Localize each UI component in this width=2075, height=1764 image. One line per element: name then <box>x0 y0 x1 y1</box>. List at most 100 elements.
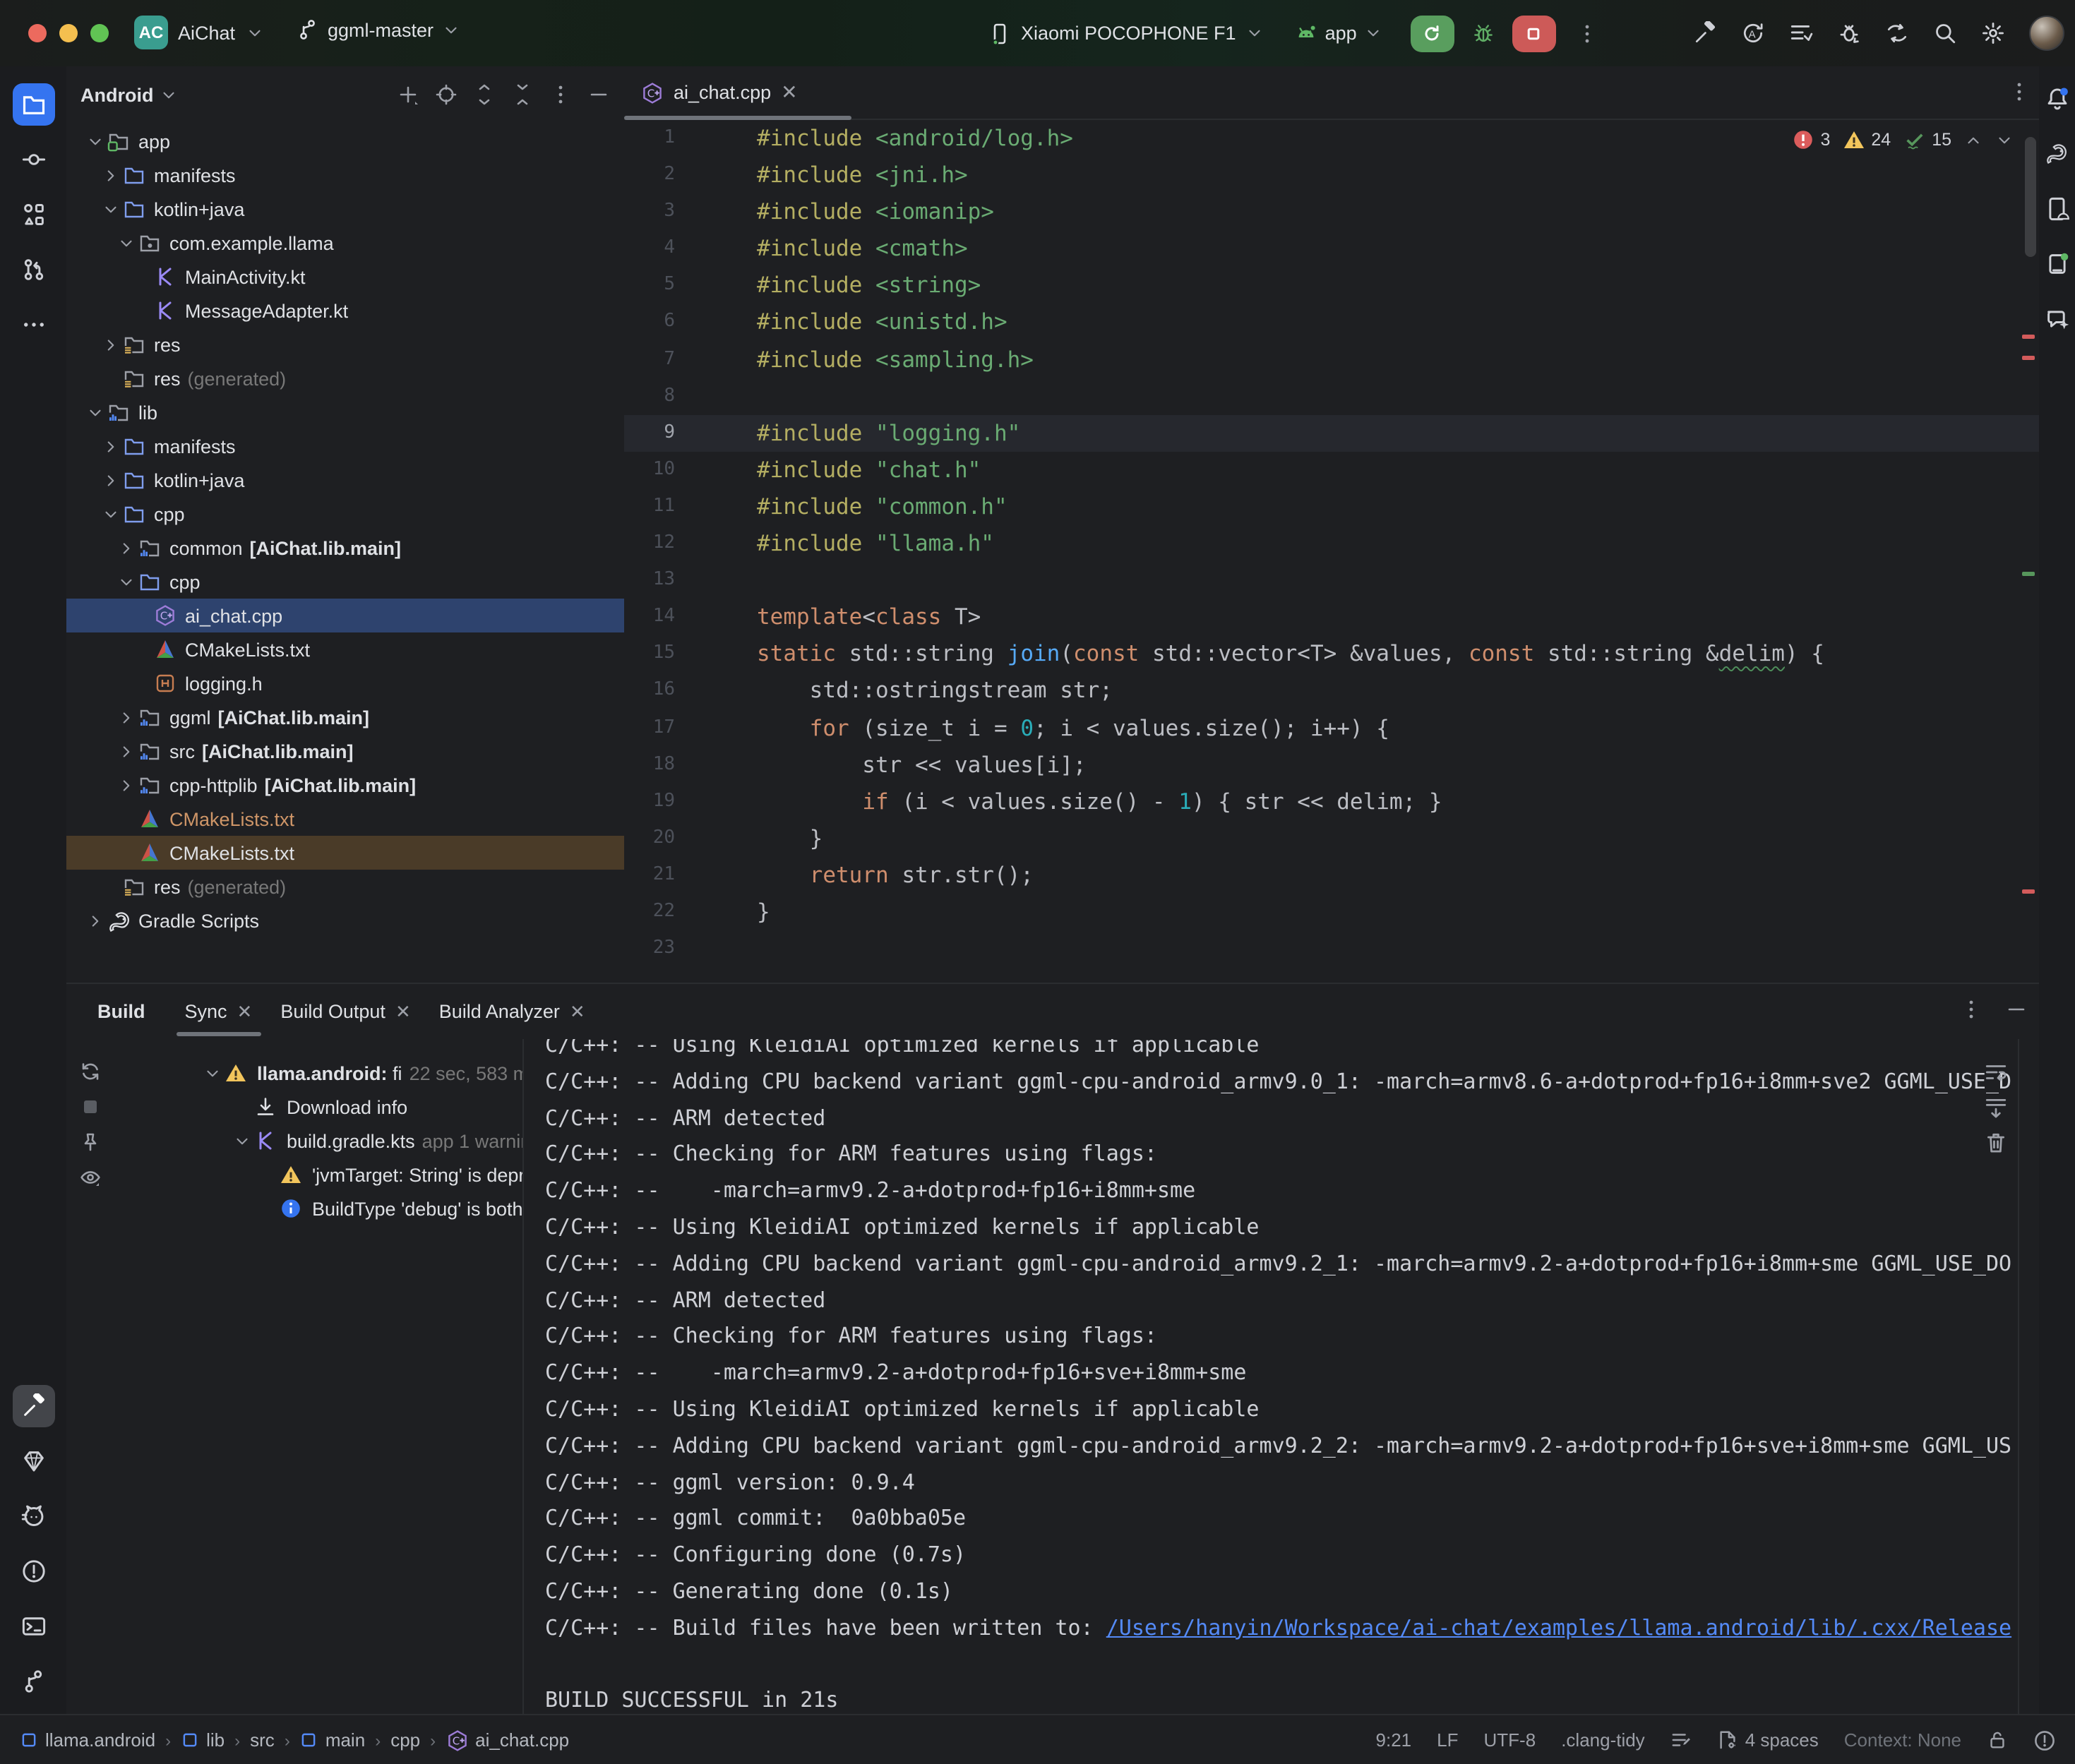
build-options-icon[interactable] <box>1960 998 1983 1021</box>
tree-item-manifests[interactable]: manifests <box>66 158 624 192</box>
close-window-button[interactable] <box>28 24 47 42</box>
encoding[interactable]: UTF-8 <box>1484 1729 1536 1751</box>
chevron-right-icon[interactable] <box>82 911 107 930</box>
lock-icon[interactable] <box>1987 1729 2008 1751</box>
user-avatar[interactable] <box>2029 16 2064 51</box>
stop-button[interactable] <box>1512 15 1556 52</box>
build-tree-item[interactable]: llama.android: fi22 sec, 583 ms <box>66 1056 522 1090</box>
build-tab-sync[interactable]: Sync✕ <box>171 984 267 1039</box>
notifications-status-icon[interactable] <box>2033 1729 2056 1751</box>
profiler-icon[interactable] <box>1837 21 1861 45</box>
soft-wrap-icon[interactable] <box>1984 1060 2008 1084</box>
tree-item-src[interactable]: src[AiChat.lib.main] <box>66 734 624 768</box>
scroll-to-end-icon[interactable] <box>1984 1096 2008 1120</box>
tree-item-com-example-llama[interactable]: com.example.llama <box>66 226 624 260</box>
close-tab-icon[interactable]: ✕ <box>570 1000 585 1023</box>
chevron-down-icon[interactable] <box>97 200 123 218</box>
build-tree-item[interactable]: 'jvmTarget: String' is deprec <box>66 1158 522 1192</box>
code-line-13[interactable]: 13 <box>624 562 2039 599</box>
more-run-actions-button[interactable] <box>1576 22 1598 44</box>
code-line-12[interactable]: 12#include "llama.h" <box>624 525 2039 562</box>
tree-item-ggml[interactable]: ggml[AiChat.lib.main] <box>66 700 624 734</box>
collapse-all-icon[interactable] <box>511 83 534 106</box>
chevron-right-icon[interactable] <box>113 742 138 760</box>
build-tree-item[interactable]: Download info <box>66 1090 522 1124</box>
notifications-icon[interactable] <box>2042 83 2073 114</box>
maximize-window-button[interactable] <box>90 24 109 42</box>
tab-ai-chat-cpp[interactable]: C ai_chat.cpp ✕ <box>624 66 815 119</box>
code-line-7[interactable]: 7#include <sampling.h> <box>624 341 2039 378</box>
code-line-14[interactable]: 14template<class T> <box>624 599 2039 635</box>
gemini-icon[interactable] <box>2042 304 2073 335</box>
code-line-6[interactable]: 6#include <unistd.h> <box>624 304 2039 341</box>
line-ending[interactable]: LF <box>1437 1729 1458 1751</box>
more-icon[interactable] <box>12 304 54 346</box>
breadcrumb-item-src[interactable]: src <box>250 1729 275 1751</box>
device-manager-icon[interactable] <box>2042 193 2073 224</box>
close-tab-icon[interactable]: ✕ <box>395 1000 411 1023</box>
close-tab-icon[interactable]: ✕ <box>781 80 797 104</box>
chevron-right-icon[interactable] <box>97 335 123 354</box>
tree-item-gradle-scripts[interactable]: Gradle Scripts <box>66 904 624 937</box>
plus-icon[interactable] <box>397 83 419 106</box>
tree-item-mainactivity-kt[interactable]: MainActivity.kt <box>66 260 624 294</box>
breadcrumb-item-cpp[interactable]: cpp <box>390 1729 420 1751</box>
kebab-icon[interactable] <box>549 83 572 106</box>
chevron-right-icon[interactable] <box>97 437 123 455</box>
tree-item-ai-chat-cpp[interactable]: Cai_chat.cpp <box>66 599 624 632</box>
search-icon[interactable] <box>1933 21 1957 45</box>
debug-button[interactable] <box>1471 21 1495 45</box>
chevron-down-icon[interactable] <box>82 403 107 421</box>
close-tab-icon[interactable]: ✕ <box>237 1000 253 1023</box>
build-output-path-link[interactable]: /Users/hanyin/Workspace/ai-chat/examples… <box>1106 1615 2011 1640</box>
project-selector[interactable]: AC AiChat <box>134 16 263 49</box>
code-line-9[interactable]: 9#include "logging.h" <box>624 415 2039 452</box>
tree-item-logging-h[interactable]: logging.h <box>66 666 624 700</box>
app-quality-insights-icon[interactable] <box>12 1440 54 1482</box>
run-config-selector[interactable]: app <box>1296 22 1382 44</box>
indent-config[interactable]: 4 spaces <box>1717 1729 1819 1751</box>
code-line-20[interactable]: 20 } <box>624 820 2039 857</box>
code-line-17[interactable]: 17 for (size_t i = 0; i < values.size();… <box>624 709 2039 746</box>
tree-item-cpp[interactable]: cpp <box>66 565 624 599</box>
minimize-window-button[interactable] <box>59 24 78 42</box>
context-indicator[interactable]: Context: None <box>1844 1729 1961 1751</box>
chevron-right-icon[interactable] <box>97 471 123 489</box>
project-view-selector[interactable]: Android <box>80 84 178 105</box>
commit-icon[interactable] <box>12 138 54 181</box>
expand-all-icon[interactable] <box>473 83 496 106</box>
breadcrumb-item-main[interactable]: main <box>300 1729 365 1751</box>
chevron-right-icon[interactable] <box>113 708 138 726</box>
tree-item-cpp-httplib[interactable]: cpp-httplib[AiChat.lib.main] <box>66 768 624 802</box>
gradle-icon[interactable] <box>2042 138 2073 169</box>
problems-icon[interactable] <box>12 1550 54 1592</box>
clear-icon[interactable] <box>1984 1131 2008 1155</box>
structure-icon[interactable] <box>12 193 54 236</box>
code-line-2[interactable]: 2#include <jni.h> <box>624 157 2039 193</box>
inspections-settings-icon[interactable] <box>1670 1729 1692 1751</box>
code-line-8[interactable]: 8 <box>624 378 2039 414</box>
chevron-right-icon[interactable] <box>113 776 138 794</box>
task-list-icon[interactable] <box>1789 21 1813 45</box>
chevron-down-icon[interactable] <box>82 132 107 150</box>
breadcrumb-item-llama-android[interactable]: llama.android <box>20 1729 155 1751</box>
tree-item-res[interactable]: res <box>66 328 624 361</box>
chevron-down-icon[interactable] <box>97 505 123 523</box>
code-line-10[interactable]: 10#include "chat.h" <box>624 452 2039 488</box>
tree-item-cpp[interactable]: cpp <box>66 497 624 531</box>
update-branch-icon[interactable] <box>1885 21 1909 45</box>
chevron-down-icon[interactable] <box>113 572 138 591</box>
tree-item-common[interactable]: common[AiChat.lib.main] <box>66 531 624 565</box>
build-tree-item[interactable]: build.gradle.ktsapp 1 warning <box>66 1124 522 1158</box>
chevron-down-icon[interactable] <box>113 234 138 252</box>
build-tab-build-output[interactable]: Build Output✕ <box>266 984 424 1039</box>
logcat-icon[interactable] <box>12 1495 54 1537</box>
chevron-right-icon[interactable] <box>97 166 123 184</box>
tree-item-kotlin-java[interactable]: kotlin+java <box>66 192 624 226</box>
pull-requests-icon[interactable] <box>12 248 54 291</box>
hide-build-panel-icon[interactable] <box>2005 998 2028 1021</box>
code-line-11[interactable]: 11#include "common.h" <box>624 488 2039 525</box>
code-line-16[interactable]: 16 std::ostringstream str; <box>624 673 2039 709</box>
code-line-15[interactable]: 15static std::string join(const std::vec… <box>624 636 2039 673</box>
build-tab-build-analyzer[interactable]: Build Analyzer✕ <box>425 984 599 1039</box>
